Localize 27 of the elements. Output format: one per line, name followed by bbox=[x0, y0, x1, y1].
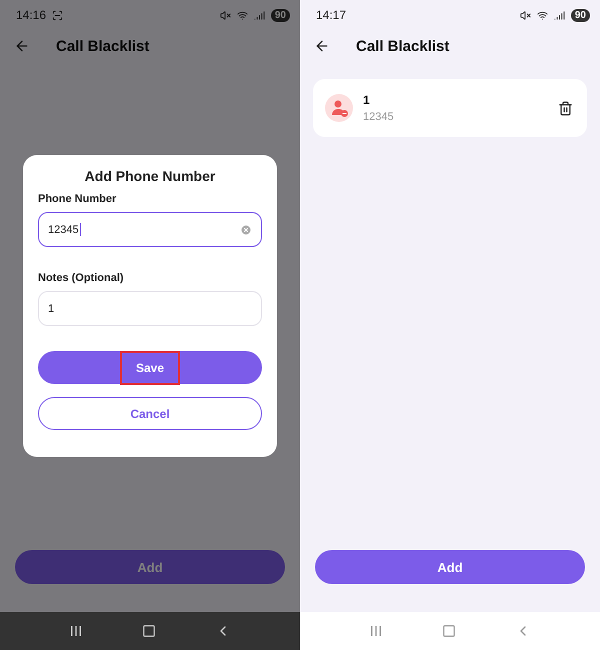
page-title: Call Blacklist bbox=[356, 38, 450, 54]
page-title: Call Blacklist bbox=[56, 38, 150, 54]
wifi-icon bbox=[536, 10, 548, 20]
entry-number: 12345 bbox=[363, 111, 395, 123]
dialog-title: Add Phone Number bbox=[84, 168, 216, 184]
recents-icon[interactable] bbox=[69, 624, 84, 638]
field-label: Notes (Optional) bbox=[38, 272, 125, 284]
blacklist-entry[interactable]: 1 12345 bbox=[313, 79, 587, 137]
save-button[interactable]: Save bbox=[38, 351, 262, 384]
delete-button[interactable] bbox=[558, 100, 573, 116]
status-time: 14:17 bbox=[316, 8, 346, 22]
wifi-icon bbox=[236, 10, 248, 20]
home-icon[interactable] bbox=[142, 624, 156, 638]
back-button[interactable] bbox=[314, 38, 330, 54]
battery-level: 90 bbox=[270, 8, 290, 22]
mute-icon bbox=[220, 10, 231, 20]
input-field[interactable]: 12345 bbox=[38, 212, 262, 247]
status-time: 14:16 bbox=[16, 8, 46, 22]
cancel-button[interactable]: Cancel bbox=[38, 397, 262, 430]
entry-name: 1 bbox=[363, 93, 371, 107]
battery-level: 90 bbox=[570, 8, 590, 22]
add-button[interactable]: Add bbox=[315, 550, 585, 584]
add-button[interactable]: Add bbox=[15, 550, 285, 584]
mute-icon bbox=[520, 10, 531, 20]
input-field[interactable]: 1 bbox=[38, 291, 262, 326]
blocked-contact-icon bbox=[325, 94, 353, 122]
field-label: Phone Number bbox=[38, 193, 118, 205]
